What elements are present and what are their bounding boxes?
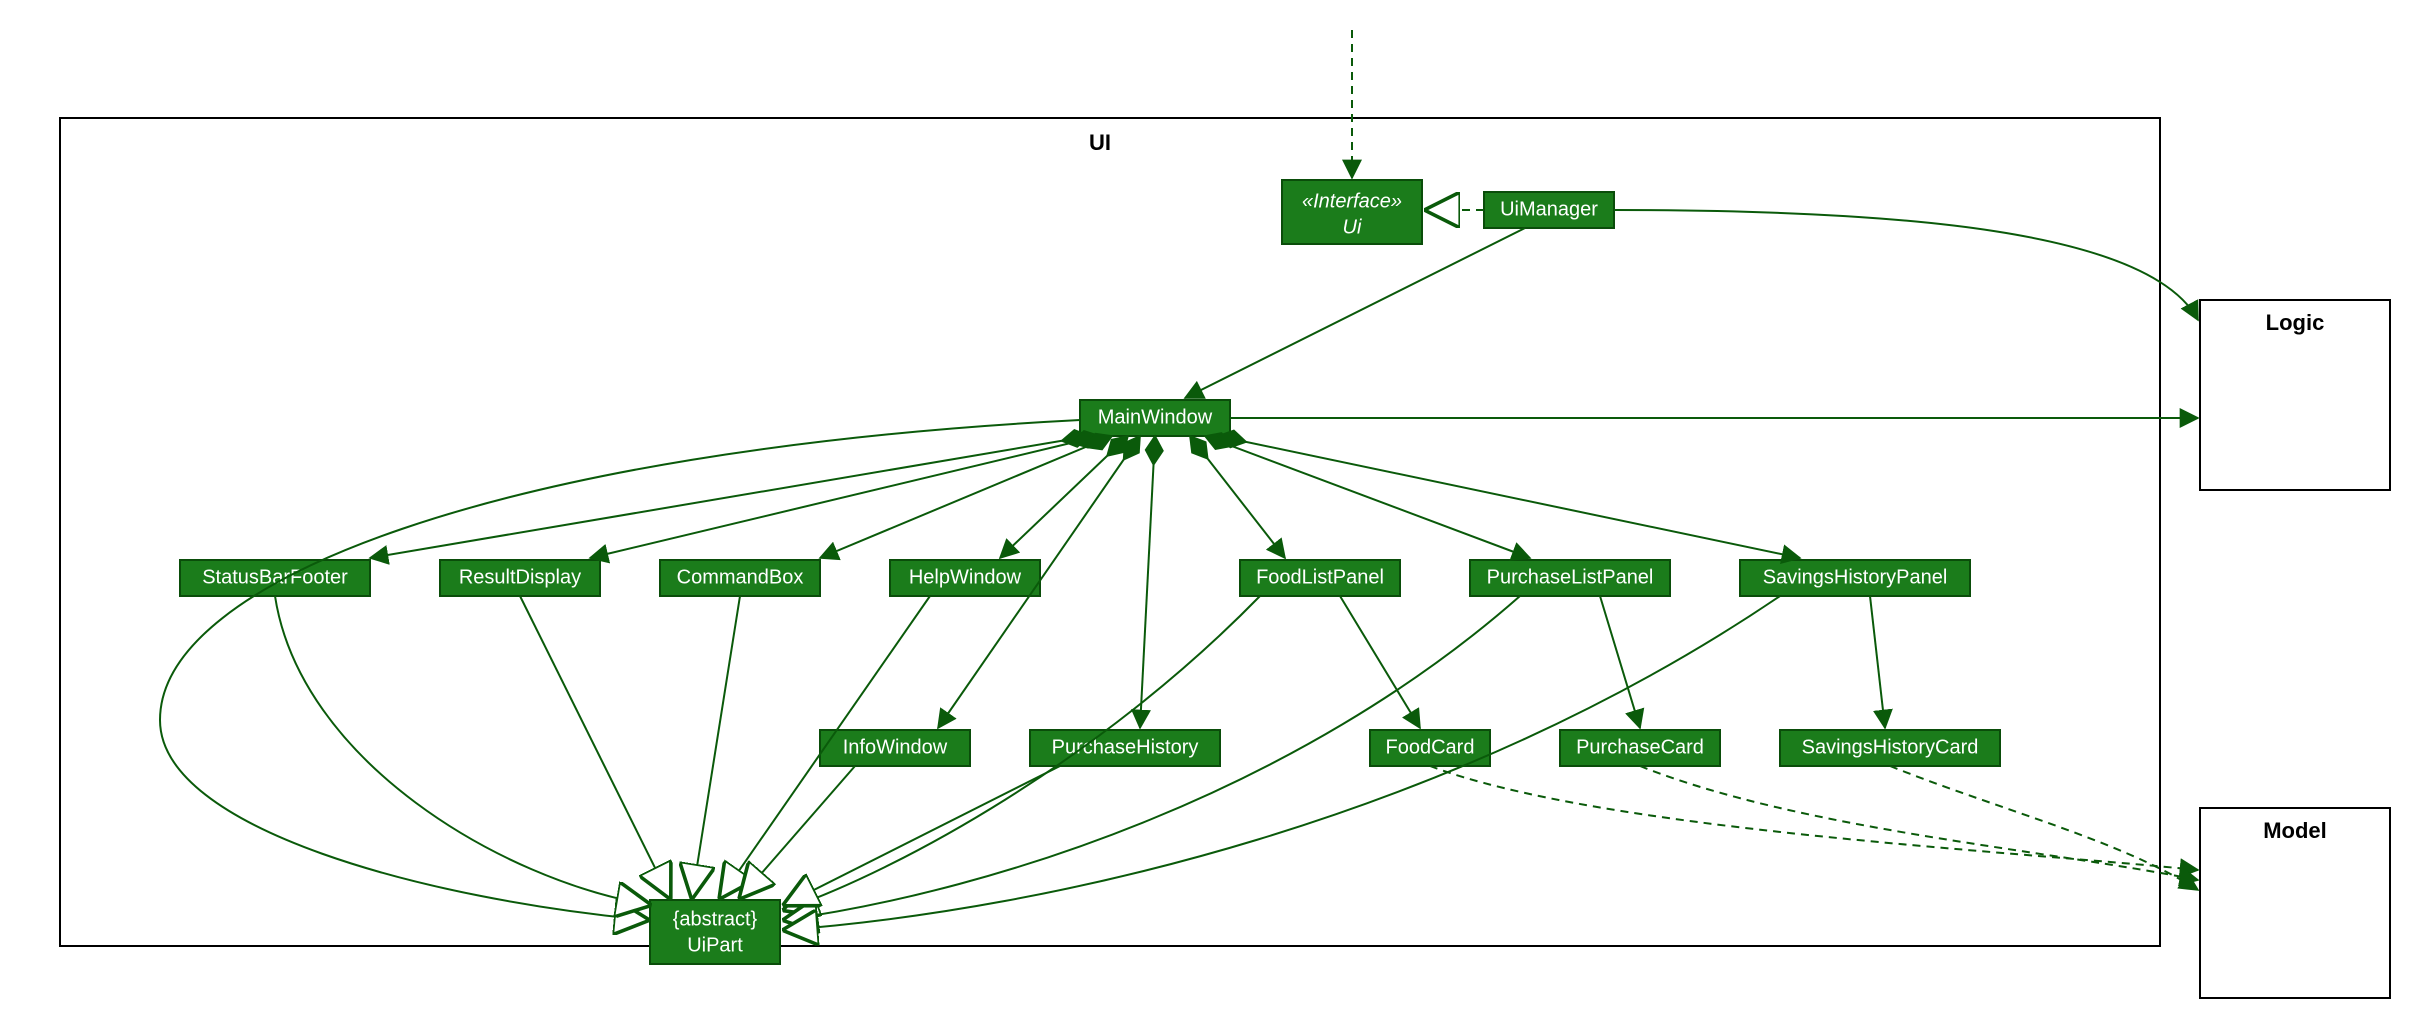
edge-purchasehistory-uipart [784, 766, 1060, 905]
edge-foodcard-model [1430, 766, 2198, 870]
class-food-card: FoodCard [1370, 730, 1490, 766]
edge-foodlistpanel-foodcard [1340, 596, 1420, 728]
class-info-window: InfoWindow [820, 730, 970, 766]
edge-mw-resultdisplay [590, 436, 1100, 558]
class-info-window-label: InfoWindow [843, 736, 948, 758]
class-main-window-label: MainWindow [1098, 406, 1213, 428]
class-help-window-label: HelpWindow [909, 566, 1022, 588]
class-food-list-panel: FoodListPanel [1240, 560, 1400, 596]
package-model-label: Model [2263, 818, 2327, 843]
class-savings-history-panel: SavingsHistoryPanel [1740, 560, 1970, 596]
class-command-box: CommandBox [660, 560, 820, 596]
edge-mw-helpwindow [1000, 436, 1128, 558]
edge-mw-purchasehistory [1140, 436, 1155, 728]
class-ui-part-stereotype: {abstract} [673, 908, 758, 930]
class-purchase-list-panel: PurchaseListPanel [1470, 560, 1670, 596]
class-ui-part: {abstract} UiPart [650, 900, 780, 964]
class-food-card-label: FoodCard [1386, 736, 1475, 758]
class-status-bar-footer-label: StatusBarFooter [202, 566, 348, 588]
edge-mw-foodlistpanel [1190, 436, 1285, 558]
class-result-display-label: ResultDisplay [459, 566, 581, 588]
class-food-list-panel-label: FoodListPanel [1256, 566, 1384, 588]
class-ui-part-name: UiPart [687, 934, 743, 956]
class-ui-interface-name: Ui [1343, 216, 1362, 238]
class-purchase-card: PurchaseCard [1560, 730, 1720, 766]
class-purchase-history: PurchaseHistory [1030, 730, 1220, 766]
edge-commandbox-uipart [692, 596, 740, 898]
class-ui-manager-label: UiManager [1500, 198, 1598, 220]
edge-mw-purchaselistpanel [1205, 436, 1530, 558]
class-ui-interface: «Interface» Ui [1282, 180, 1422, 244]
uml-class-diagram: UI Logic Model «Interface» Ui UiManager … [0, 0, 2430, 1028]
edge-purchaselistpanel-purchasecard [1600, 596, 1640, 728]
edge-statusbarfooter-uipart [275, 596, 650, 905]
class-status-bar-footer: StatusBarFooter [180, 560, 370, 596]
edge-savingshistorypanel-card [1870, 596, 1885, 728]
edge-resultdisplay-uipart [520, 596, 670, 898]
edge-uimanager-to-logic [1614, 210, 2198, 320]
class-ui-interface-stereotype: «Interface» [1302, 190, 1402, 212]
class-ui-manager: UiManager [1484, 192, 1614, 228]
class-result-display: ResultDisplay [440, 560, 600, 596]
class-purchase-card-label: PurchaseCard [1576, 736, 1704, 758]
package-logic-label: Logic [2266, 310, 2325, 335]
class-purchase-list-panel-label: PurchaseListPanel [1487, 566, 1654, 588]
edge-uimanager-to-mainwindow [1185, 228, 1525, 398]
package-ui-label: UI [1089, 130, 1111, 155]
class-command-box-label: CommandBox [677, 566, 804, 588]
class-help-window: HelpWindow [890, 560, 1040, 596]
class-savings-history-card: SavingsHistoryCard [1780, 730, 2000, 766]
class-savings-history-card-label: SavingsHistoryCard [1802, 736, 1979, 758]
class-savings-history-panel-label: SavingsHistoryPanel [1763, 566, 1948, 588]
edge-mw-savingshistorypanel [1218, 436, 1800, 558]
class-main-window: MainWindow [1080, 400, 1230, 436]
